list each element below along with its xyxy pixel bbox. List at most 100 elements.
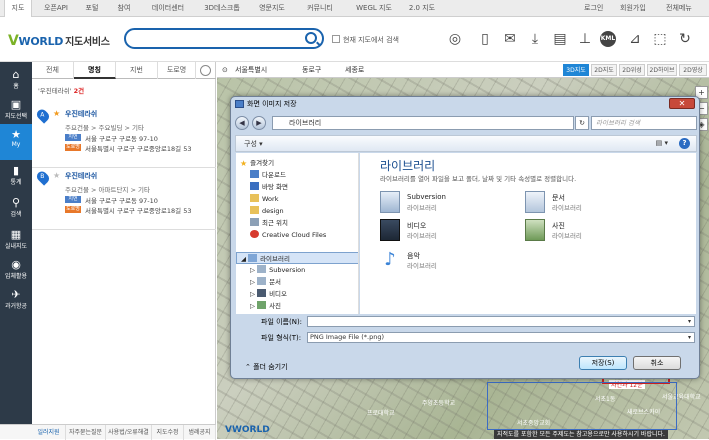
path-input[interactable]: 라이브러리 <box>272 116 574 130</box>
chevron-right-icon: ▷ <box>250 302 258 310</box>
mail-icon[interactable]: ✉ <box>500 28 520 50</box>
tab-data-center[interactable]: 데이터센터 <box>148 0 188 17</box>
filename-input[interactable]: ▾ <box>307 316 695 327</box>
list-item[interactable]: A ★ 우진테라쉬 주요건물 > 주요빌딩 > 기타 지번 서울 구로구 구로동… <box>32 106 216 168</box>
document-icon[interactable]: ▯ <box>475 28 495 50</box>
select-icon[interactable]: ⬚ <box>650 28 670 50</box>
result-category: 주요건물 > 아파트단지 > 기타 <box>65 186 150 194</box>
library-item-pictures[interactable]: 사진 라이브러리 <box>525 219 635 243</box>
chevron-up-icon: ⌃ <box>245 363 254 371</box>
sidebar-item-statistics[interactable]: ▮ 통계 <box>0 160 32 196</box>
nav-item-recent[interactable]: 최근 위치 <box>250 217 288 229</box>
tab-english-map[interactable]: 영문지도 <box>254 0 290 17</box>
result-name[interactable]: 우진테라쉬 <box>65 171 97 181</box>
result-name[interactable]: 우진테라쉬 <box>65 109 97 119</box>
binoculars-icon[interactable]: ◎ <box>445 28 465 50</box>
vworld-logo[interactable]: VWORLD 지도서비스 <box>8 33 110 49</box>
sidebar-item-my[interactable]: ★ My <box>0 124 32 160</box>
all-menu-link[interactable]: 전체메뉴 <box>666 0 692 17</box>
nav-item-downloads[interactable]: 다운로드 <box>250 169 286 181</box>
tab-community[interactable]: 커뮤니티 <box>302 0 338 17</box>
refresh-icon[interactable]: ↻ <box>575 116 589 130</box>
refresh-icon[interactable]: ↻ <box>675 28 695 50</box>
current-map-search-checkbox[interactable]: 현재 지도에서 검색 <box>332 35 399 45</box>
tab-webgl-map[interactable]: WEGL 지도 <box>352 0 396 17</box>
library-search-input[interactable]: 라이브러리 검색 <box>591 116 697 130</box>
map-type-image[interactable]: 2D영상 <box>679 64 707 76</box>
list-item[interactable]: B ★ 우진테라쉬 주요건물 > 아파트단지 > 기타 지번 서울 구로구 구로… <box>32 168 216 230</box>
sidebar: ⌂ 홈 ▣ 지도선택 ★ My ▮ 통계 ⚲ 검색 ▦ 실내지도 ◉ 입체활용 ✈ 과거항공 <box>0 62 32 439</box>
print-icon[interactable]: ▤ <box>550 28 570 50</box>
nav-item-documents[interactable]: ▷ 문서 <box>250 276 281 288</box>
star-icon[interactable]: ★ <box>53 109 60 118</box>
checkbox-box[interactable] <box>332 35 340 43</box>
organize-button[interactable]: 구성 ▾ <box>244 139 263 149</box>
footer-link[interactable]: 사용법/오류해결 <box>106 425 152 440</box>
star-icon[interactable]: ★ <box>53 171 60 180</box>
filetype-select[interactable]: PNG Image File (*.png) ▾ <box>307 332 695 343</box>
chevron-down-icon[interactable]: ▾ <box>688 333 691 342</box>
tab-3d-desktop[interactable]: 3D데스크톱 <box>200 0 244 17</box>
tab-road[interactable]: 도로명 <box>158 62 196 79</box>
sidebar-label: My <box>11 141 21 148</box>
logo-v: V <box>8 33 19 49</box>
nav-item-libraries[interactable]: ◢ 라이브러리 <box>236 252 358 264</box>
tab-map-2[interactable]: 2.0 지도 <box>404 0 440 17</box>
nav-item-creative-cloud[interactable]: Creative Cloud Files <box>250 229 326 241</box>
ruler-icon[interactable]: ⊥ <box>575 28 595 50</box>
favorites-header[interactable]: ★ 즐겨찾기 <box>240 157 274 169</box>
signup-link[interactable]: 회원가입 <box>620 0 646 17</box>
location-district[interactable]: 동로구 <box>302 62 321 78</box>
chevron-right-icon: ▷ <box>250 266 258 274</box>
library-item-documents[interactable]: 문서 라이브러리 <box>525 191 635 215</box>
tab-name[interactable]: 명칭 <box>74 62 116 79</box>
tab-map[interactable]: 지도 <box>4 0 32 17</box>
tab-participate[interactable]: 참여 <box>112 0 136 17</box>
search-icon[interactable] <box>305 32 317 44</box>
download-icon[interactable]: ⤓ <box>525 28 545 50</box>
footer-link[interactable]: 일러지원 <box>32 425 66 440</box>
view-options-icon[interactable]: ▤ ▾ <box>656 139 668 147</box>
forward-button[interactable]: ▶ <box>252 116 266 130</box>
footer-link[interactable]: 지도수정 <box>152 425 184 440</box>
nav-item-work[interactable]: Work <box>250 193 278 205</box>
tab-open-api[interactable]: 오픈API <box>38 0 74 17</box>
map-type-satellite[interactable]: 2D위성 <box>619 64 645 76</box>
footer-link[interactable]: 자주묻는질문 <box>66 425 106 440</box>
kml-icon[interactable]: KML <box>600 31 616 47</box>
map-select-icon: ▣ <box>10 98 22 111</box>
back-button[interactable]: ◀ <box>235 116 249 130</box>
refresh-icon[interactable] <box>200 65 211 76</box>
sidebar-label: 과거항공 <box>4 303 28 310</box>
sidebar-item-search[interactable]: ⚲ 검색 <box>0 192 32 228</box>
cancel-button[interactable]: 취소 <box>633 356 681 370</box>
nav-item-desktop[interactable]: 바탕 화면 <box>250 181 288 193</box>
library-item-subversion[interactable]: Subversion 라이브러리 <box>380 191 490 215</box>
library-item-music[interactable]: ♪ 음악 라이브러리 <box>380 249 490 273</box>
login-link[interactable]: 로그인 <box>584 0 603 17</box>
hide-folders-toggle[interactable]: ⌃ 폴더 숨기기 <box>245 362 288 372</box>
footer-link[interactable]: 범례공지 <box>184 425 216 440</box>
filename-label: 파일 이름(N): <box>261 318 303 326</box>
map-type-hybrid[interactable]: 2D하이브 <box>647 64 677 76</box>
tab-jibun[interactable]: 지번 <box>116 62 158 79</box>
location-street[interactable]: 세종로 <box>345 62 364 78</box>
nav-item-videos[interactable]: ▷ 비디오 <box>250 288 287 300</box>
save-button[interactable]: 저장(S) <box>579 356 627 370</box>
library-item-videos[interactable]: 비디오 라이브러리 <box>380 219 490 243</box>
map-type-2d[interactable]: 2D지도 <box>591 64 617 76</box>
area-icon[interactable]: ⊿ <box>625 28 645 50</box>
save-image-dialog: 화면 이미지 저장 ✕ ◀ ▶ 라이브러리 ↻ 라이브러리 검색 구성 ▾ ▤ … <box>230 96 700 379</box>
location-city[interactable]: 서울특별시 <box>235 62 267 78</box>
tab-all[interactable]: 전체 <box>32 62 74 79</box>
nav-item-pictures[interactable]: ▷ 사진 <box>250 300 281 312</box>
sidebar-item-aerial[interactable]: ✈ 과거항공 <box>0 284 32 320</box>
close-button[interactable]: ✕ <box>669 98 695 109</box>
help-button[interactable]: ? <box>679 138 690 149</box>
tab-portal[interactable]: 포털 <box>80 0 104 17</box>
nav-item-subversion[interactable]: ▷ Subversion <box>250 264 305 276</box>
search-input[interactable] <box>124 28 324 49</box>
map-type-3d[interactable]: 3D지도 <box>563 64 589 76</box>
nav-item-design[interactable]: design <box>250 205 284 217</box>
chevron-down-icon[interactable]: ▾ <box>688 317 691 326</box>
